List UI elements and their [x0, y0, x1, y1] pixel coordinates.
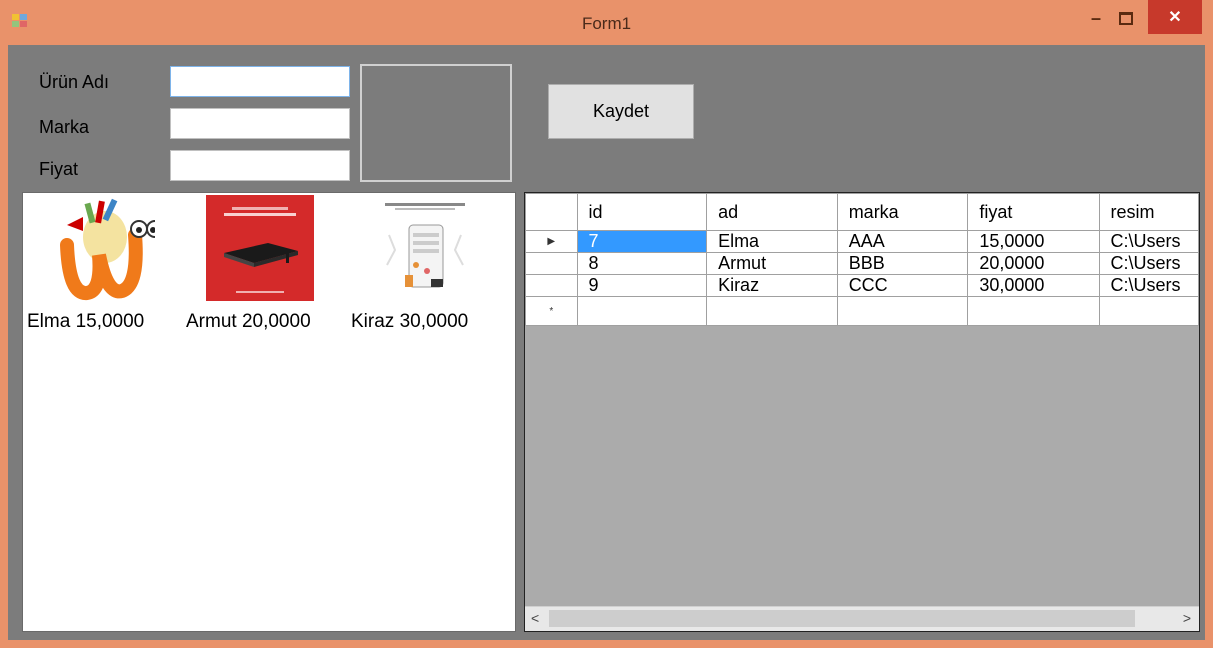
product-caption: Kiraz 30,0000	[351, 311, 469, 332]
grid-cell[interactable]: Armut	[706, 252, 838, 275]
app-infographic-image	[371, 195, 479, 301]
product-caption: Elma 15,0000	[27, 311, 145, 332]
grid-header-row: id ad marka fiyat resim	[525, 193, 1199, 231]
close-icon: ✕	[1168, 9, 1182, 26]
grid-cell[interactable]	[576, 296, 708, 326]
grid-cell[interactable]: C:\Users	[1098, 252, 1199, 275]
column-header-id[interactable]: id	[576, 193, 708, 231]
grid-cell[interactable]: CCC	[836, 274, 969, 297]
scroll-left-icon[interactable]: <	[531, 610, 539, 626]
urun-adi-input[interactable]	[170, 66, 350, 97]
marka-input[interactable]	[170, 108, 350, 139]
grid-cell[interactable]: Kiraz	[706, 274, 838, 297]
title-bar[interactable]: Form1 – ✕	[0, 0, 1213, 44]
marka-label: Marka	[39, 117, 90, 137]
table-row[interactable]: 9 Kiraz CCC 30,0000 C:\Users	[525, 274, 1199, 297]
row-header[interactable]	[525, 274, 578, 297]
grid-cell[interactable]: AAA	[836, 230, 969, 253]
window-title: Form1	[581, 14, 632, 33]
close-button[interactable]: ✕	[1148, 0, 1202, 34]
urun-adi-label: Ürün Adı	[39, 72, 110, 92]
new-row[interactable]: *	[525, 296, 1199, 326]
form-client-area: Ürün Adı Marka Fiyat Kaydet Elma 15,0000…	[8, 45, 1205, 640]
current-row-indicator-icon[interactable]: ▶	[525, 230, 578, 253]
grid-cell[interactable]: 7	[576, 230, 708, 253]
new-row-indicator-icon[interactable]: *	[525, 296, 578, 326]
product-caption: Armut 20,0000	[186, 311, 311, 332]
fiyat-label: Fiyat	[39, 159, 79, 179]
minimize-button[interactable]: –	[1082, 0, 1110, 36]
grid-cell[interactable]: 9	[576, 274, 708, 297]
red-book-cover-image	[206, 195, 314, 301]
grid-cell[interactable]	[967, 296, 1100, 326]
save-button[interactable]: Kaydet	[548, 84, 694, 139]
product-item[interactable]: Kiraz 30,0000	[351, 195, 511, 332]
bookworm-image	[47, 195, 155, 301]
table-row[interactable]: 8 Armut BBB 20,0000 C:\Users	[525, 252, 1199, 275]
grid-cell[interactable]: C:\Users	[1098, 230, 1199, 253]
products-data-grid[interactable]: id ad marka fiyat resim ▶ 7 Elma AAA 15,…	[524, 192, 1200, 632]
product-item[interactable]: Armut 20,0000	[186, 195, 346, 332]
form-window: Form1 – ✕ Ürün Adı Marka Fiyat Kaydet El…	[0, 0, 1213, 648]
grid-cell[interactable]	[706, 296, 838, 326]
grid-corner-header[interactable]	[525, 193, 578, 231]
row-header[interactable]	[525, 252, 578, 275]
column-header-ad[interactable]: ad	[706, 193, 838, 231]
product-picture-box[interactable]	[360, 64, 512, 182]
column-header-fiyat[interactable]: fiyat	[967, 193, 1100, 231]
data-grid-table: id ad marka fiyat resim ▶ 7 Elma AAA 15,…	[525, 193, 1199, 326]
grid-cell[interactable]: 15,0000	[967, 230, 1100, 253]
minimize-icon: –	[1090, 7, 1101, 28]
maximize-button[interactable]	[1112, 0, 1140, 36]
grid-cell[interactable]: 20,0000	[967, 252, 1100, 275]
grid-cell[interactable]: 30,0000	[967, 274, 1100, 297]
product-item[interactable]: Elma 15,0000	[27, 195, 187, 332]
grid-cell[interactable]: Elma	[706, 230, 838, 253]
grid-cell[interactable]: C:\Users	[1098, 274, 1199, 297]
grid-cell[interactable]	[1098, 296, 1199, 326]
product-flow-panel: Elma 15,0000 Armut 20,0000 Kiraz 30,0000	[22, 192, 516, 632]
scroll-right-icon[interactable]: >	[1183, 610, 1191, 626]
maximize-icon	[1119, 11, 1133, 25]
horizontal-scrollbar[interactable]: < >	[525, 606, 1199, 631]
scrollbar-thumb[interactable]	[549, 610, 1135, 627]
column-header-resim[interactable]: resim	[1098, 193, 1199, 231]
fiyat-input[interactable]	[170, 150, 350, 181]
table-row[interactable]: ▶ 7 Elma AAA 15,0000 C:\Users	[525, 230, 1199, 253]
grid-cell[interactable]	[836, 296, 969, 326]
grid-cell[interactable]: 8	[576, 252, 708, 275]
grid-cell[interactable]: BBB	[836, 252, 969, 275]
column-header-marka[interactable]: marka	[836, 193, 969, 231]
